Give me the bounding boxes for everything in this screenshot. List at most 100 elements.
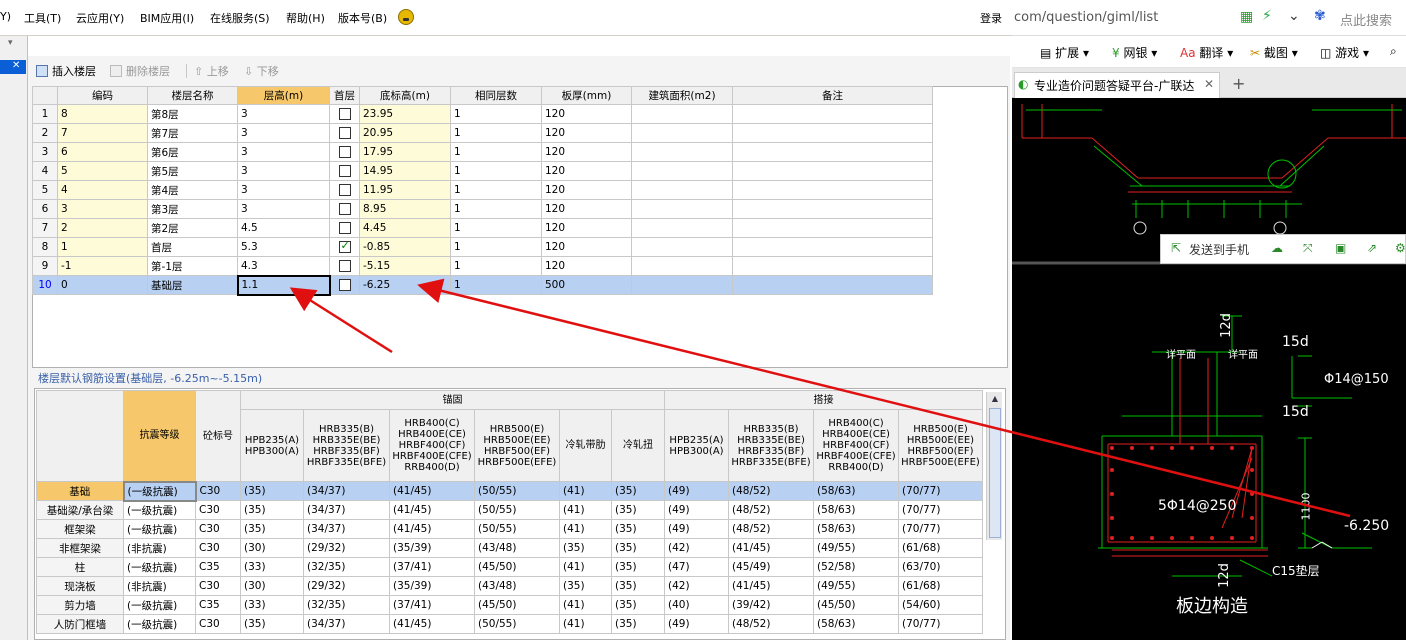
header-name[interactable]: 楼层名称 [147,86,238,105]
lap-length-cell[interactable]: (52/58) [813,557,899,577]
seismic-grade-cell[interactable]: (一级抗震) [123,557,196,577]
slab-thickness-cell[interactable]: 120 [541,104,632,124]
lightning-icon[interactable]: ⚡ [1262,8,1272,24]
lap-length-cell[interactable]: (42) [664,538,729,558]
base-elevation-cell[interactable]: 14.95 [359,161,451,181]
anchor-length-cell[interactable]: (41/45) [389,519,475,539]
remark-cell[interactable] [732,256,933,276]
paw-icon[interactable]: ✾ [1314,8,1326,24]
anchor-length-cell[interactable]: (33) [240,595,304,615]
anchor-length-cell[interactable]: (35) [240,481,304,501]
lap-length-cell[interactable]: (49) [664,500,729,520]
floor-row[interactable]: 10 0 基础层 1.1 -6.25 1 500 [32,274,933,296]
anchor-length-cell[interactable]: (43/48) [474,538,560,558]
save-icon[interactable]: ▣ [1335,241,1346,255]
floor-height-cell[interactable]: 3 [237,123,330,143]
scroll-thumb[interactable] [989,408,1001,538]
remark-cell[interactable] [732,275,933,295]
lap-length-cell[interactable]: (70/77) [898,519,983,539]
floor-row[interactable]: 1 8 第8层 3 23.95 1 120 [32,104,933,124]
first-floor-cell[interactable] [329,161,360,181]
share-icon[interactable]: ⇗ [1367,241,1377,255]
rebar-row[interactable]: 现浇板 (非抗震) C30 (30) (29/32) (35/39) (43/48) (35)… [36,576,983,596]
rebar-row[interactable]: 柱 (一级抗震) C35 (33) (32/35) (37/41) (45/50) (41)(… [36,557,983,577]
gear-icon[interactable]: ⚙ [1395,241,1406,255]
floor-height-cell[interactable]: 3 [237,104,330,124]
floor-name-cell[interactable]: 第6层 [147,142,238,162]
lap-length-cell[interactable]: (48/52) [728,481,814,501]
seismic-grade-cell[interactable]: (一级抗震) [123,595,196,615]
slab-thickness-cell[interactable]: 120 [541,199,632,219]
slab-thickness-cell[interactable]: 120 [541,218,632,238]
lap-length-cell[interactable]: (39/42) [728,595,814,615]
move-up-button[interactable]: ⇧ 上移 [194,63,229,79]
rebar-row[interactable]: 基础 (一级抗震) C30 (35) (34/37) (41/45) (50/55) (41)… [36,480,983,502]
floor-name-cell[interactable]: 第5层 [147,161,238,181]
same-count-cell[interactable]: 1 [450,218,542,238]
base-elevation-cell[interactable]: -6.25 [359,275,451,295]
anchor-length-cell[interactable]: (45/50) [474,595,560,615]
floor-row[interactable]: 9 -1 第-1层 4.3 -5.15 1 120 [32,256,933,276]
anchor-length-cell[interactable]: (34/37) [303,519,390,539]
header-height[interactable]: 层高(m) [237,86,330,105]
cloud-icon[interactable]: ☁ [1271,241,1283,255]
anchor-length-cell[interactable]: (50/55) [474,519,560,539]
floor-row[interactable]: 3 6 第6层 3 17.95 1 120 [32,142,933,162]
remark-cell[interactable] [732,104,933,124]
anchor-length-cell[interactable]: (32/35) [303,557,390,577]
lap-length-cell[interactable]: (45/50) [813,595,899,615]
floor-code-cell[interactable]: 7 [57,123,148,143]
tab-close-icon[interactable]: ✕ [1204,77,1214,91]
concrete-grade-cell[interactable]: C30 [195,500,241,520]
area-cell[interactable] [631,123,733,143]
slab-thickness-cell[interactable]: 120 [541,256,632,276]
slab-thickness-cell[interactable]: 120 [541,237,632,257]
remark-cell[interactable] [732,161,933,181]
anchor-length-cell[interactable]: (30) [240,538,304,558]
anchor-length-cell[interactable]: (41) [559,481,612,501]
first-floor-cell[interactable] [329,180,360,200]
floor-height-cell[interactable]: 4.3 [237,256,330,276]
area-cell[interactable] [631,161,733,181]
floor-name-cell[interactable]: 第2层 [147,218,238,238]
floor-code-cell[interactable]: 4 [57,180,148,200]
menu-item-bim[interactable]: BIM应用(I) [140,10,194,26]
lap-length-cell[interactable]: (58/63) [813,500,899,520]
base-elevation-cell[interactable]: -0.85 [359,237,451,257]
anchor-length-cell[interactable]: (43/48) [474,576,560,596]
lap-length-cell[interactable]: (70/77) [898,500,983,520]
floor-code-cell[interactable]: 5 [57,161,148,181]
anchor-length-cell[interactable]: (50/55) [474,614,560,634]
tab-title[interactable]: 专业造价问题答疑平台-广联达 [1034,77,1200,94]
lap-length-cell[interactable]: (70/77) [898,481,983,501]
anchor-length-cell[interactable]: (35) [611,538,665,558]
anchor-length-cell[interactable]: (35) [240,614,304,634]
anchor-length-cell[interactable]: (35) [611,595,665,615]
floor-height-cell[interactable]: 3 [237,180,330,200]
first-floor-cell[interactable] [329,275,360,295]
floor-name-cell[interactable]: 第-1层 [147,256,238,276]
lap-length-cell[interactable]: (49) [664,614,729,634]
send-to-phone-button[interactable]: 发送到手机 [1189,241,1249,258]
floor-code-cell[interactable]: 1 [57,237,148,257]
anchor-length-cell[interactable]: (35) [611,519,665,539]
lap-length-cell[interactable]: (49/55) [813,538,899,558]
seismic-grade-cell[interactable]: (非抗震) [123,576,196,596]
area-cell[interactable] [631,104,733,124]
insert-floor-button[interactable]: 插入楼层 [36,63,96,79]
anchor-length-cell[interactable]: (35) [611,557,665,577]
menu-item-cloud[interactable]: 云应用(Y) [76,10,124,26]
first-floor-cell[interactable] [329,123,360,143]
base-elevation-cell[interactable]: 4.45 [359,218,451,238]
header-first[interactable]: 首层 [329,86,360,105]
anchor-length-cell[interactable]: (35) [559,538,612,558]
anchor-length-cell[interactable]: (35) [611,614,665,634]
search-icon[interactable]: ⌕ [1390,44,1397,59]
lap-length-cell[interactable]: (41/45) [728,576,814,596]
bookmark-translate[interactable]: Aа 翻译 ▾ [1180,44,1233,61]
seismic-grade-cell[interactable]: (一级抗震) [123,500,196,520]
header-concrete[interactable]: 砼标号 [195,390,241,482]
anchor-length-cell[interactable]: (34/37) [303,481,390,501]
concrete-grade-cell[interactable]: C35 [195,557,241,577]
header-thick[interactable]: 板厚(mm) [541,86,632,105]
